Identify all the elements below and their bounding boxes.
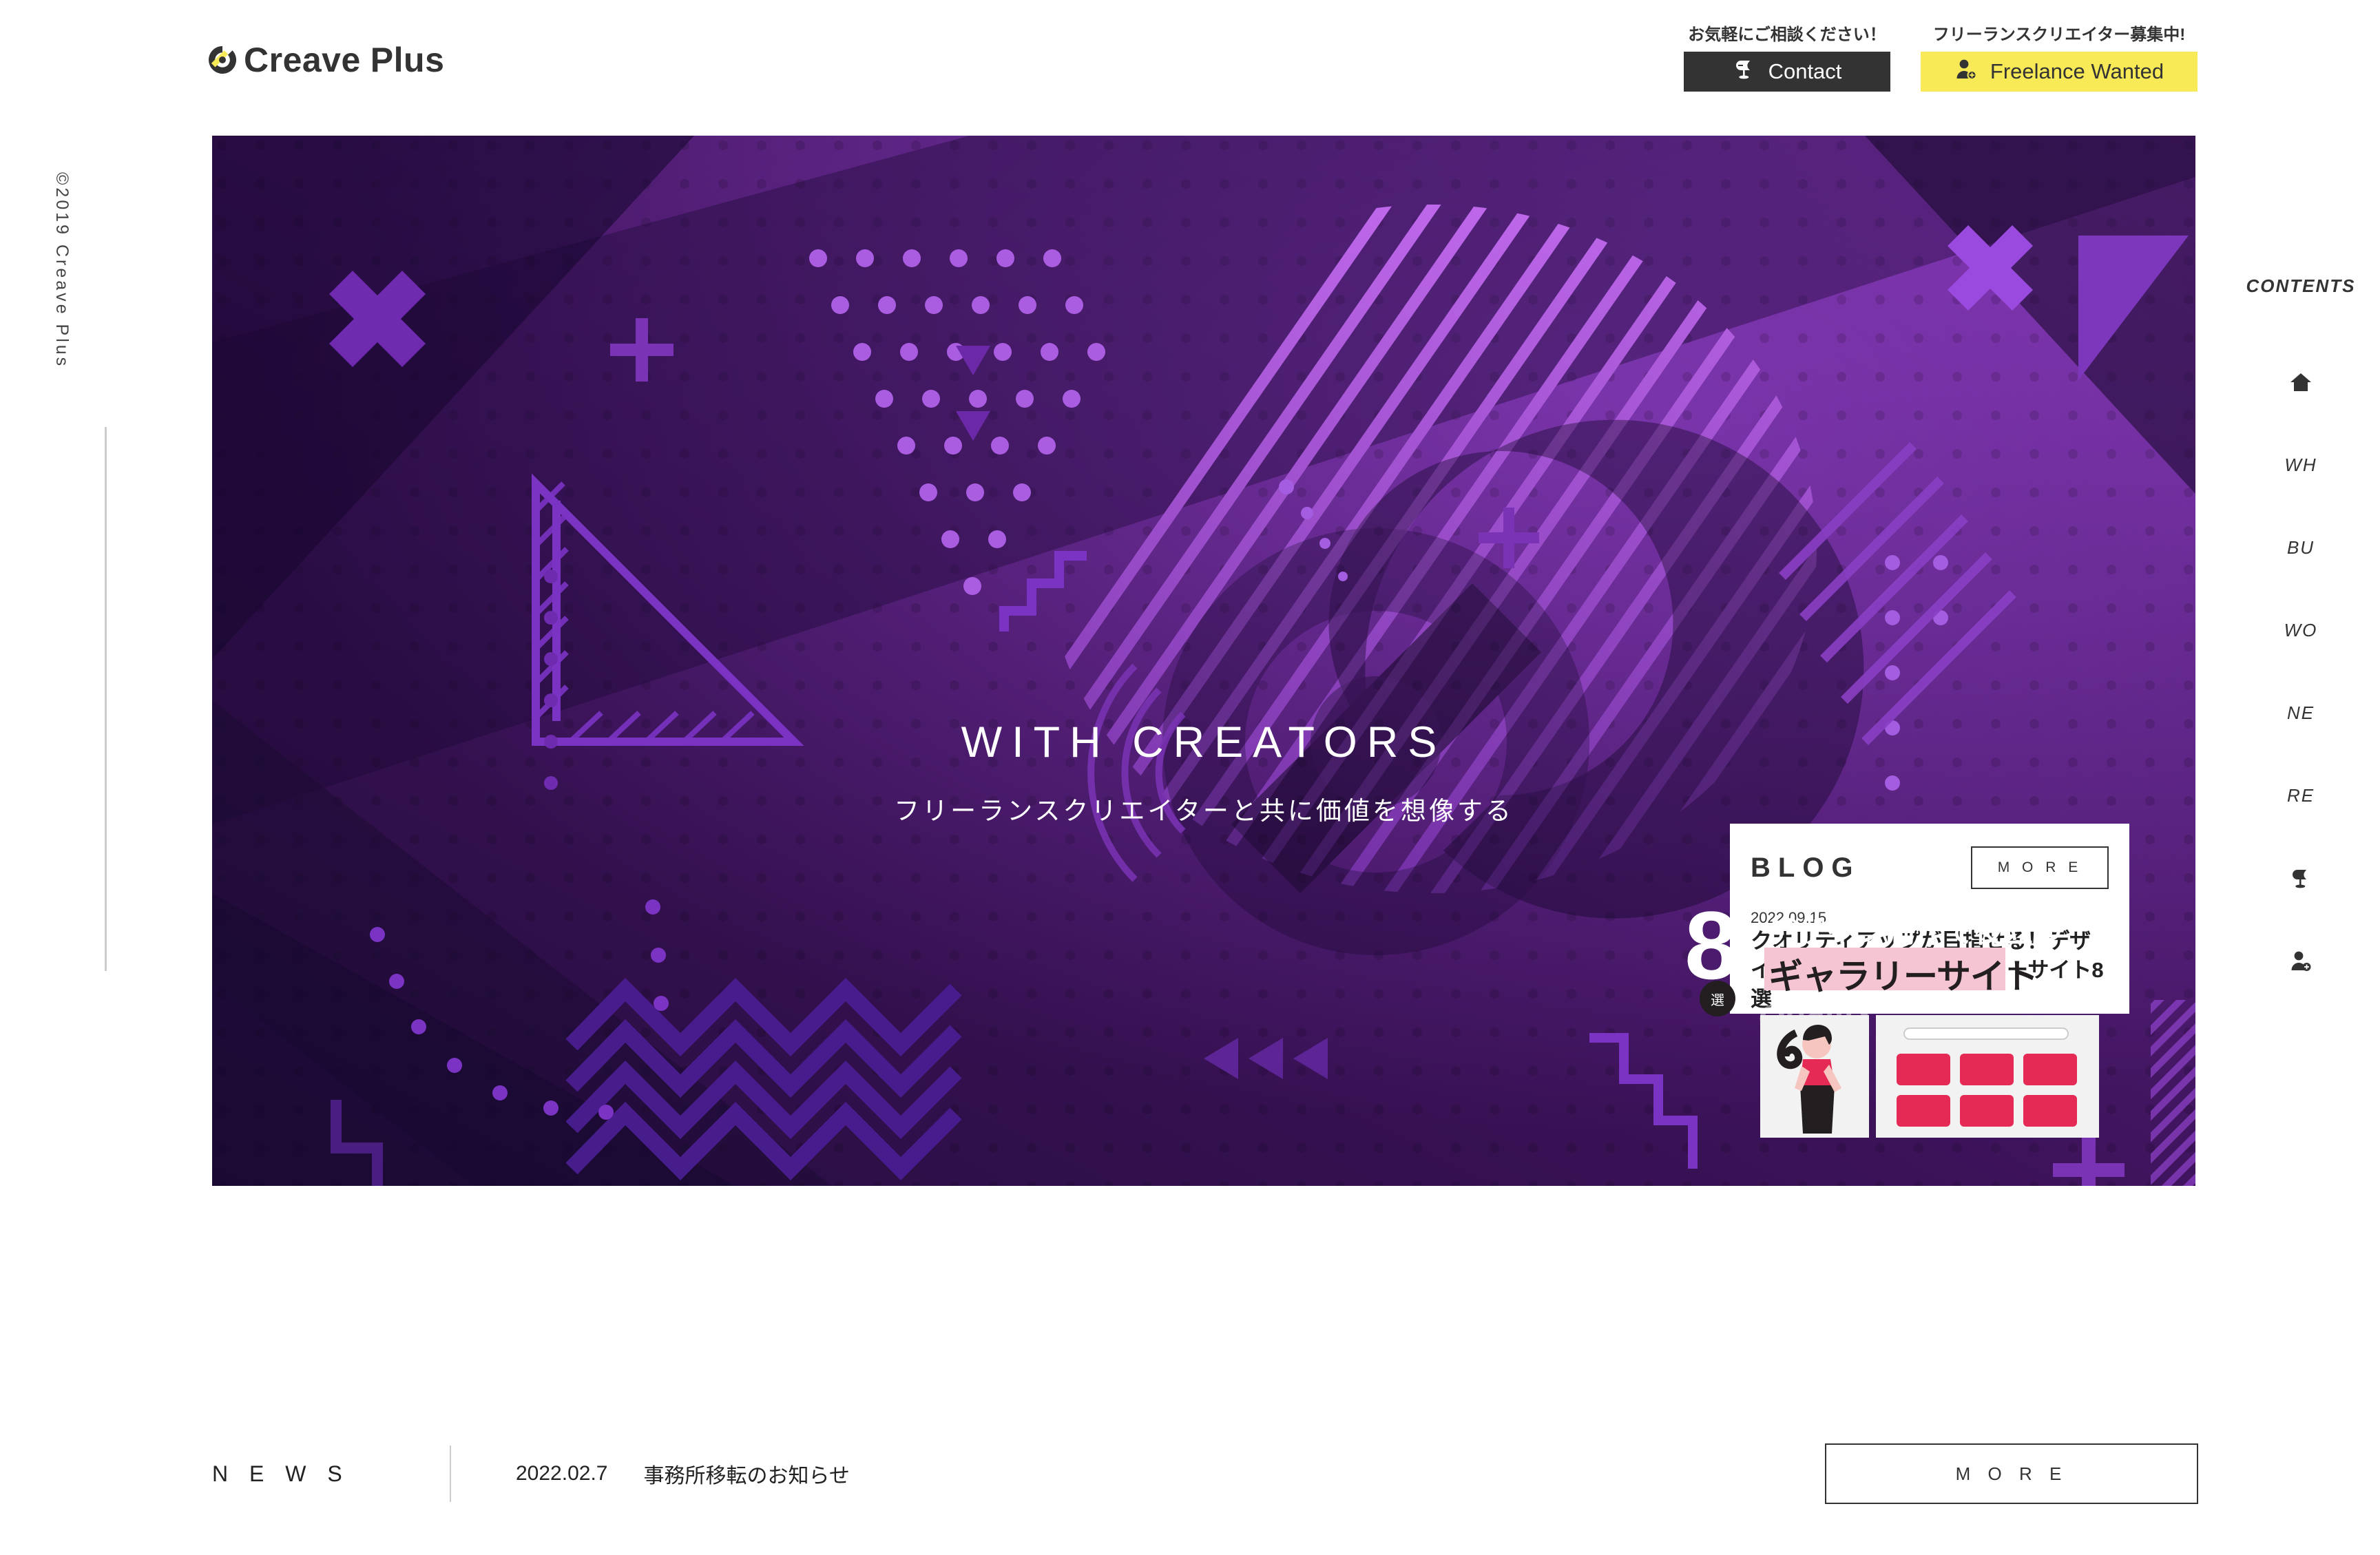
sidebar-item-freelance[interactable] [2289, 919, 2313, 1002]
news-date: 2022.02.7 [516, 1462, 608, 1485]
user-plus-icon [1954, 57, 1978, 86]
blog-label: BLOG [1751, 852, 1861, 883]
blog-card-header: BLOG M O R E [1751, 842, 2109, 894]
user-plus-icon [2289, 949, 2313, 972]
mailbox-icon [2289, 866, 2313, 890]
sidebar-item-contact[interactable] [2289, 837, 2313, 919]
left-rail-divider [105, 427, 107, 971]
home-icon [2289, 372, 2313, 393]
site-logo[interactable]: Creave Plus [207, 40, 444, 80]
contact-caption: お気軽にご相談ください！ [1688, 25, 1886, 44]
header-actions: お気軽にご相談ください！ Contact フリーランスクリエイター募集中! Fr… [1684, 21, 2198, 92]
hero-title: WITH CREATORS [961, 718, 1447, 766]
news-more-button[interactable]: M O R E [1825, 1443, 2198, 1504]
freelance-block: フリーランスクリエイター募集中! Freelance Wanted [1921, 21, 2198, 92]
contents-navigation: CONTENTS WH BU WO NE RE [2222, 275, 2380, 1002]
news-label: N E W S [212, 1461, 350, 1486]
news-section: N E W S 2022.02.7 事務所移転のお知らせ [212, 1432, 850, 1515]
freelance-wanted-button[interactable]: Freelance Wanted [1921, 52, 2198, 92]
sidebar-item-home[interactable] [2289, 341, 2313, 424]
contact-block: お気軽にご相談ください！ Contact [1684, 21, 1890, 92]
sidebar-item-bu[interactable]: BU [2287, 506, 2315, 589]
sidebar-item-ne[interactable]: NE [2287, 671, 2315, 754]
mailbox-icon [1733, 57, 1756, 86]
sidebar-item-wh[interactable]: WH [2284, 424, 2317, 506]
site-header: Creave Plus お気軽にご相談ください！ Contact フリーランスクリ… [0, 0, 2380, 136]
freelance-caption: フリーランスクリエイター募集中! [1932, 25, 2186, 44]
news-divider [450, 1446, 451, 1502]
copyright-text: ©2019 Creave Plus [52, 172, 72, 369]
contact-button-label: Contact [1768, 59, 1842, 83]
logo-text-primary: Creave [244, 41, 361, 79]
blog-card: BLOG M O R E 8 選 デザイン制作で役立つ ギャラリーサイト Qua… [1684, 824, 2129, 1138]
contents-title: CONTENTS [2246, 275, 2356, 296]
freelance-button-label: Freelance Wanted [1990, 59, 2164, 83]
logo-c-icon [207, 44, 238, 76]
news-headline[interactable]: 事務所移転のお知らせ [643, 1459, 849, 1489]
sidebar-item-re[interactable]: RE [2287, 754, 2315, 837]
blog-more-button[interactable]: M O R E [1971, 846, 2109, 889]
contact-button[interactable]: Contact [1684, 52, 1890, 92]
sidebar-item-wo[interactable]: WO [2284, 589, 2318, 671]
logo-text-secondary: Plus [370, 41, 445, 79]
hero-subtitle: フリーランスクリエイターと共に価値を想像する [894, 797, 1514, 825]
